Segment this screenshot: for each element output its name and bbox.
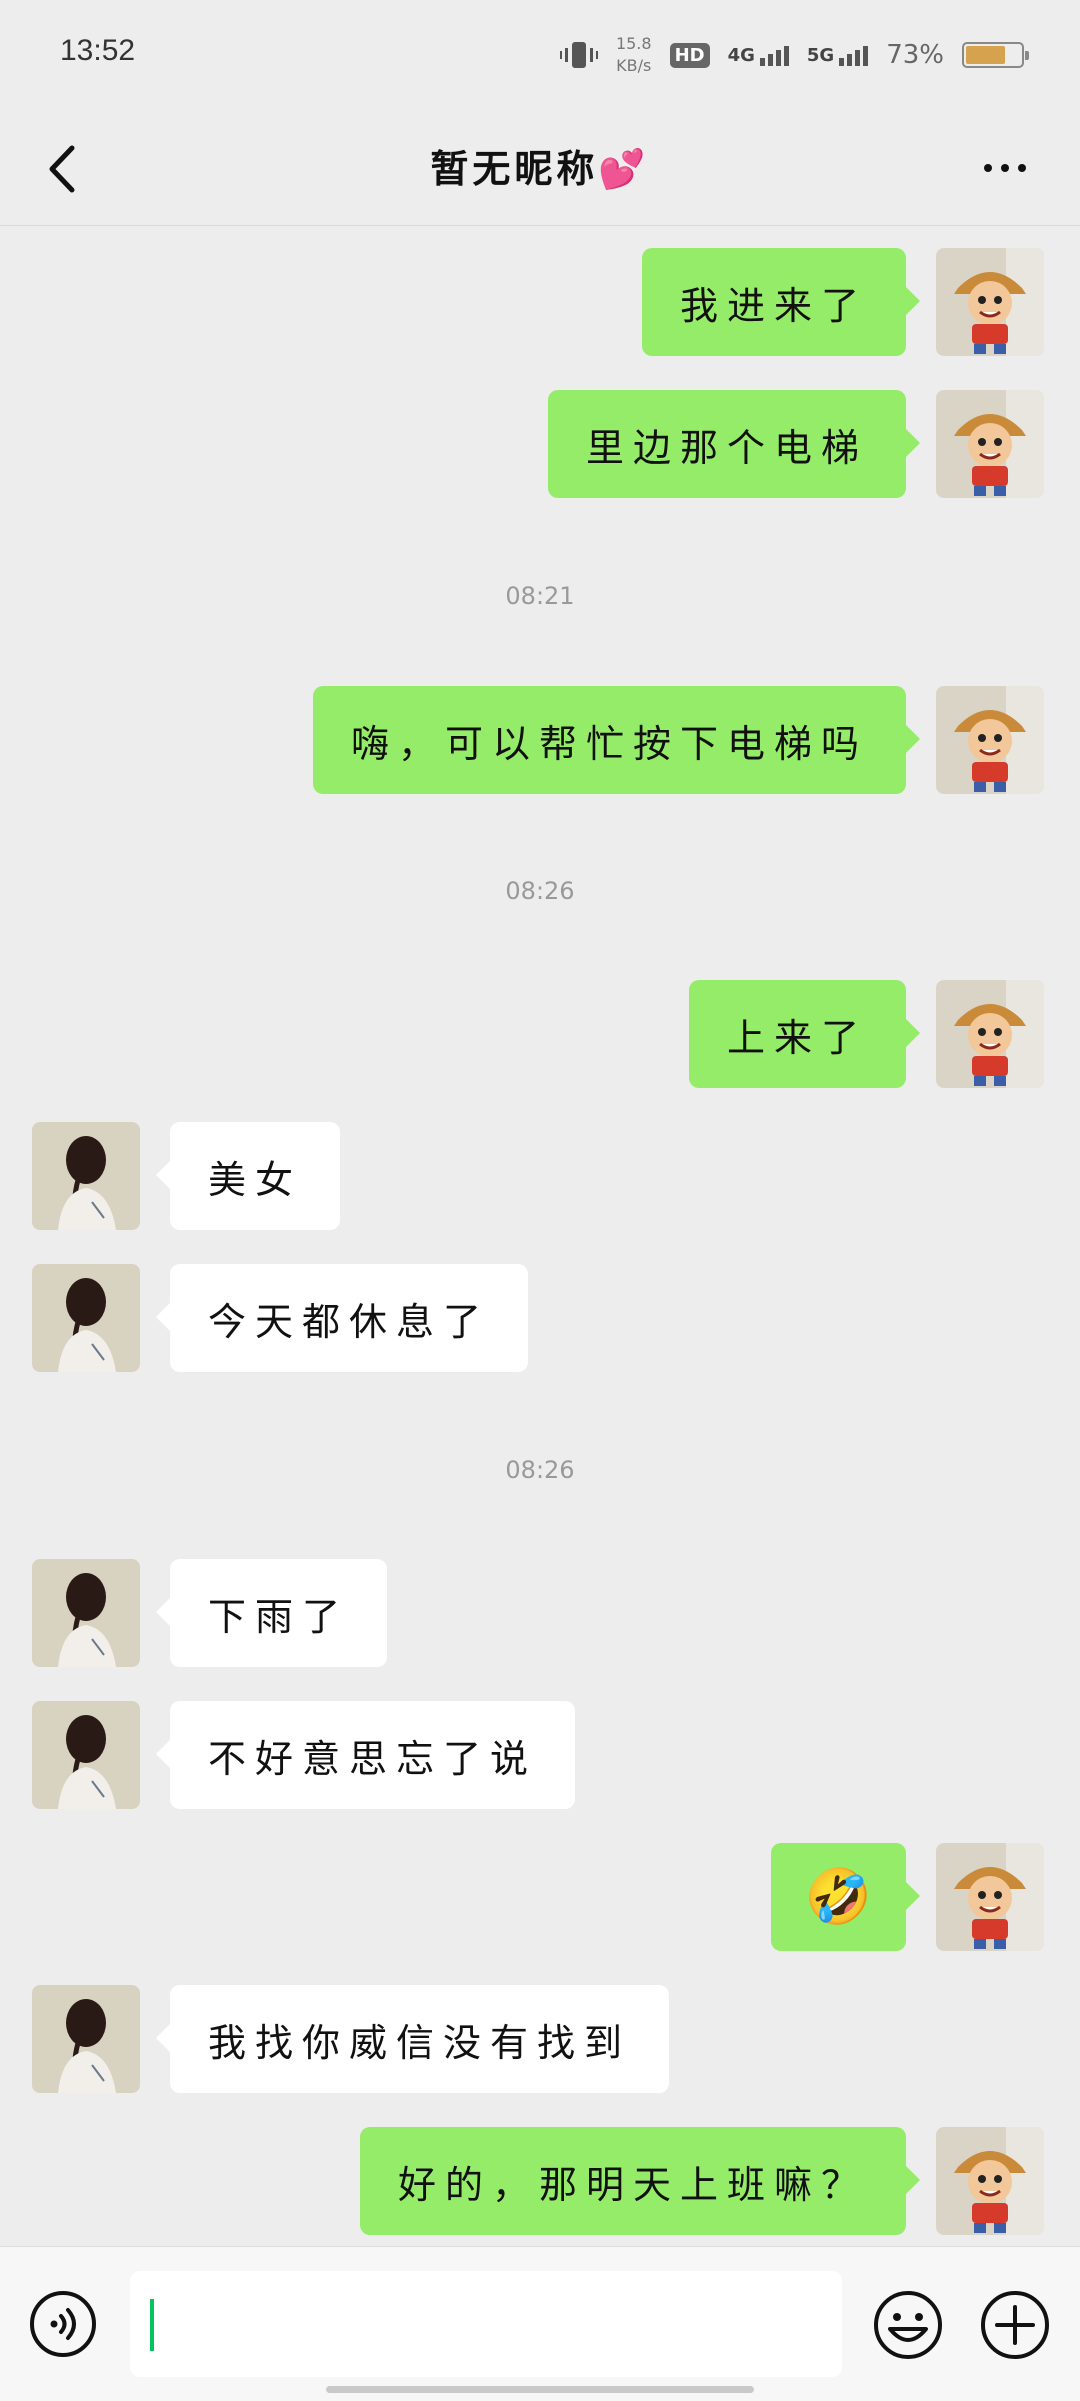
message-sent: 好的，那明天上班嘛？ bbox=[359, 2127, 1044, 2235]
dot bbox=[984, 164, 992, 172]
message-bubble[interactable]: 美女 bbox=[155, 1122, 341, 1230]
emoji-icon[interactable] bbox=[872, 2289, 944, 2361]
net-speed-unit: KB/s bbox=[616, 56, 652, 75]
timestamp: 08:26 bbox=[505, 1456, 575, 1484]
message-received: 美女 bbox=[32, 1122, 341, 1230]
contact-avatar[interactable] bbox=[32, 1122, 140, 1230]
message-received: 今天都休息了 bbox=[32, 1264, 529, 1372]
signal-bar bbox=[767, 53, 773, 66]
timestamp: 08:26 bbox=[505, 877, 575, 905]
signal-bar bbox=[839, 57, 845, 66]
message-received: 我找你威信没有找到 bbox=[32, 1985, 670, 2093]
emoji-message-bubble[interactable]: 🤣 bbox=[770, 1843, 921, 1951]
voice-input-icon[interactable] bbox=[28, 2289, 98, 2359]
status-time: 13:52 bbox=[60, 34, 136, 67]
dot bbox=[1018, 164, 1026, 172]
message-bubble[interactable]: 下雨了 bbox=[155, 1559, 388, 1667]
timestamp: 08:21 bbox=[505, 582, 575, 610]
battery-percent: 73% bbox=[886, 40, 944, 70]
message-bubble[interactable]: 不好意思忘了说 bbox=[155, 1701, 576, 1809]
status-bar: 13:52 15.8 KB/s HD 4G 5G 73% bbox=[0, 0, 1080, 110]
hd-badge: HD bbox=[669, 42, 710, 68]
status-icons: 15.8 KB/s HD 4G 5G 73% bbox=[559, 30, 1029, 80]
message-bubble[interactable]: 嗨，可以帮忙按下电梯吗 bbox=[312, 686, 921, 794]
my-avatar[interactable] bbox=[936, 980, 1044, 1088]
dot bbox=[1001, 164, 1009, 172]
contact-avatar[interactable] bbox=[32, 1559, 140, 1667]
message-received: 下雨了 bbox=[32, 1559, 388, 1667]
vibrate-icon bbox=[559, 42, 598, 68]
plus-icon[interactable] bbox=[979, 2289, 1051, 2361]
input-bar bbox=[0, 2246, 1080, 2401]
signal-bar bbox=[863, 45, 869, 66]
net-speed: 15.8 KB/s bbox=[616, 33, 652, 77]
contact-avatar[interactable] bbox=[32, 1701, 140, 1809]
message-sent: 我进来了 bbox=[641, 248, 1044, 356]
message-bubble[interactable]: 上来了 bbox=[688, 980, 921, 1088]
my-avatar[interactable] bbox=[936, 686, 1044, 794]
home-indicator[interactable] bbox=[326, 2386, 754, 2393]
signal-bar bbox=[783, 45, 789, 66]
message-bubble[interactable]: 我进来了 bbox=[641, 248, 921, 356]
signal-bar bbox=[775, 49, 781, 66]
message-list[interactable]: 我进来了 里边那个电梯 08:21 嗨，可以帮忙按下电梯吗 08:26 上来了 … bbox=[0, 226, 1080, 2244]
signal-bar bbox=[855, 49, 861, 66]
my-avatar[interactable] bbox=[936, 2127, 1044, 2235]
chat-header: 暂无昵称💕 bbox=[0, 110, 1080, 226]
text-caret bbox=[150, 2299, 154, 2351]
signal-4g: 4G bbox=[728, 45, 789, 66]
signal-bar bbox=[847, 53, 853, 66]
message-bubble[interactable]: 今天都休息了 bbox=[155, 1264, 529, 1372]
net-speed-value: 15.8 bbox=[615, 34, 652, 53]
more-options-icon[interactable] bbox=[970, 138, 1040, 198]
message-sent: 🤣 bbox=[770, 1843, 1044, 1951]
my-avatar[interactable] bbox=[936, 248, 1044, 356]
signal-4g-label: 4G bbox=[727, 44, 755, 66]
message-sent: 嗨，可以帮忙按下电梯吗 bbox=[312, 686, 1044, 794]
contact-avatar[interactable] bbox=[32, 1264, 140, 1372]
message-received: 不好意思忘了说 bbox=[32, 1701, 576, 1809]
signal-5g: 5G bbox=[806, 44, 869, 66]
contact-avatar[interactable] bbox=[32, 1985, 140, 2093]
battery-icon bbox=[962, 42, 1029, 68]
message-sent: 上来了 bbox=[688, 980, 1044, 1088]
message-bubble[interactable]: 里边那个电梯 bbox=[547, 390, 921, 498]
message-input[interactable] bbox=[130, 2271, 842, 2377]
message-bubble[interactable]: 好的，那明天上班嘛？ bbox=[359, 2127, 921, 2235]
battery-fill bbox=[966, 46, 1005, 64]
signal-bar bbox=[759, 57, 765, 66]
message-bubble[interactable]: 我找你威信没有找到 bbox=[155, 1985, 670, 2093]
signal-5g-label: 5G bbox=[806, 44, 835, 66]
message-sent: 里边那个电梯 bbox=[547, 390, 1044, 498]
my-avatar[interactable] bbox=[936, 1843, 1044, 1951]
my-avatar[interactable] bbox=[936, 390, 1044, 498]
chat-title: 暂无昵称💕 bbox=[430, 147, 650, 191]
